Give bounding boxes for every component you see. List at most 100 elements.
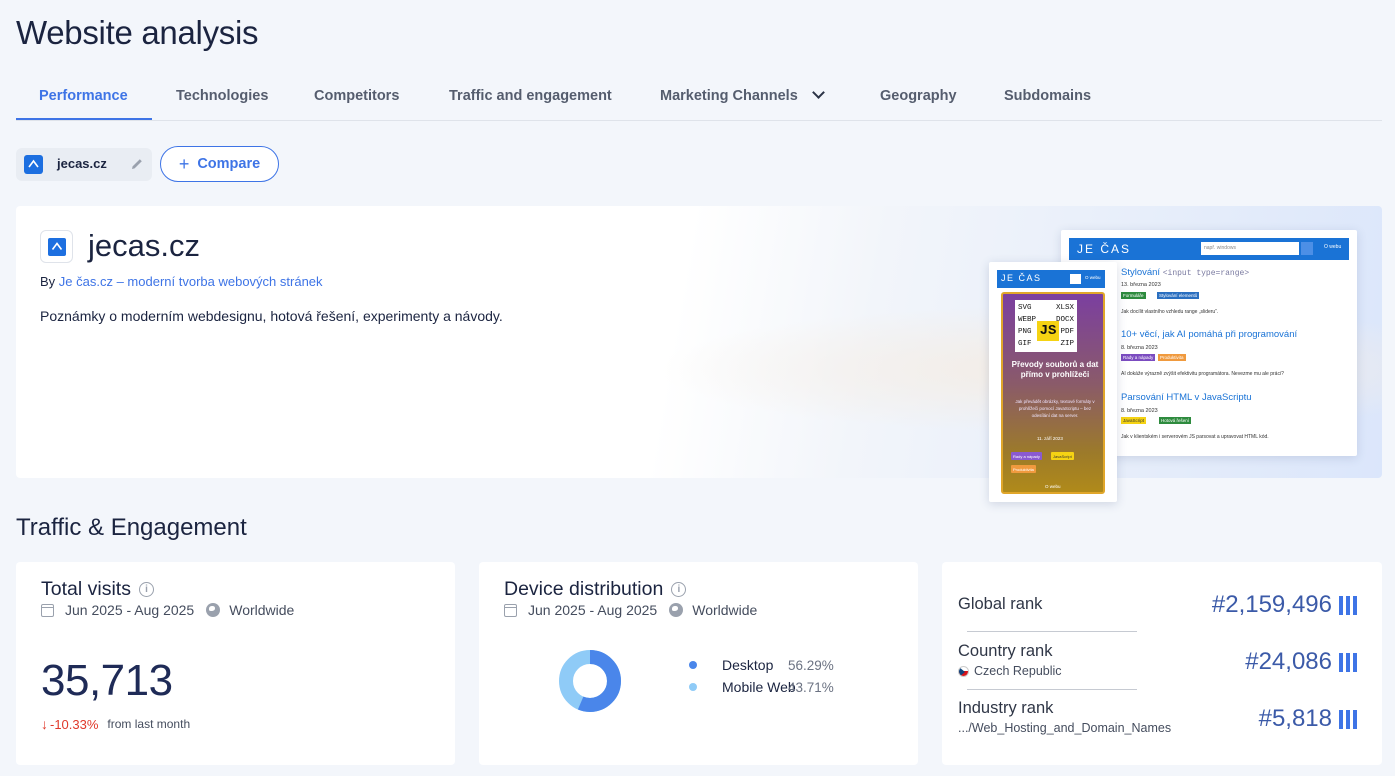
preview-file-label: XLSX bbox=[1055, 304, 1074, 312]
tab-subdomains[interactable]: Subdomains bbox=[1004, 72, 1091, 120]
global-rank-value: #2,159,496 bbox=[1212, 591, 1357, 619]
preview-post-date: 8. března 2023 bbox=[1121, 345, 1158, 351]
tab-marketing-channels[interactable]: Marketing Channels bbox=[660, 72, 825, 120]
arrow-down-icon: ↓ bbox=[41, 716, 48, 732]
site-description: Poznámky o moderním webdesignu, hotová ř… bbox=[40, 308, 503, 324]
preview-nav-link: O webu bbox=[1085, 275, 1101, 280]
rank-bars-icon bbox=[1339, 709, 1357, 729]
website-preview-mobile: JE ČAS O webu SVG XLSX WEBP DOCX PNG PDF GI… bbox=[989, 262, 1117, 502]
preview-header: JE ČAS O webu bbox=[997, 270, 1105, 288]
legend-label: Mobile Web bbox=[722, 679, 796, 695]
info-icon[interactable]: i bbox=[671, 582, 687, 597]
rank-bars-icon bbox=[1339, 652, 1357, 672]
traffic-section-title: Traffic & Engagement bbox=[16, 514, 247, 541]
preview-header: JE ČAS např. windows O webu bbox=[1069, 238, 1349, 260]
compare-button[interactable]: + Compare bbox=[160, 146, 279, 182]
device-distribution-title: Device distribution bbox=[504, 578, 664, 600]
preview-logo: JE ČAS bbox=[1001, 273, 1042, 283]
site-chip-domain: jecas.cz bbox=[57, 156, 107, 171]
site-chip[interactable]: jecas.cz bbox=[16, 148, 152, 181]
rank-card: Global rank #2,159,496 Country rank Czec… bbox=[942, 562, 1382, 765]
preview-search-icon bbox=[1070, 274, 1081, 284]
preview-post-tag: Stylování elementů bbox=[1157, 292, 1200, 299]
compare-button-label: Compare bbox=[197, 156, 261, 172]
country-rank-number: #24,086 bbox=[1245, 648, 1332, 675]
total-visits-header: Total visits i bbox=[41, 578, 154, 601]
total-visits-card: Total visits i Jun 2025 - Aug 2025 World… bbox=[16, 562, 455, 765]
preview-card-tag: Rady a nápady bbox=[1011, 452, 1042, 460]
preview-file-label: WEBP bbox=[1018, 316, 1037, 324]
legend-dot-mobile-web bbox=[689, 683, 697, 691]
calendar-icon bbox=[504, 603, 517, 617]
visits-change: ↓ -10.33% from last month bbox=[41, 716, 190, 732]
preview-nav-link: O webu bbox=[1324, 244, 1342, 250]
preview-post-title: Stylování <input type=range> bbox=[1121, 267, 1249, 278]
country-name: Czech Republic bbox=[974, 664, 1062, 678]
country-rank-country: Czech Republic bbox=[958, 664, 1062, 678]
globe-icon bbox=[206, 603, 221, 617]
tab-traffic-and-engagement[interactable]: Traffic and engagement bbox=[449, 72, 612, 120]
preview-post-tag: Hotová řešení bbox=[1159, 417, 1192, 424]
divider bbox=[967, 689, 1137, 690]
plus-icon: + bbox=[178, 154, 190, 174]
info-icon[interactable]: i bbox=[138, 582, 154, 597]
total-visits-value: 35,713 bbox=[41, 656, 173, 705]
preview-file-label: ZIP bbox=[1060, 340, 1074, 348]
preview-post-tag: Formuláře bbox=[1121, 292, 1146, 299]
preview-js-badge: JS bbox=[1037, 321, 1059, 341]
czech-flag-icon bbox=[958, 665, 969, 677]
preview-card-text: Jak převádět obrázky, textové formáty v … bbox=[1015, 399, 1095, 418]
preview-post-date: 8. března 2023 bbox=[1121, 408, 1158, 414]
visits-change-value: -10.33% bbox=[50, 716, 99, 732]
preview-post-excerpt: AI dokáže výrazně zvýšit efektivitu prog… bbox=[1121, 371, 1284, 377]
tab-geography[interactable]: Geography bbox=[880, 72, 957, 120]
globe-icon bbox=[669, 603, 684, 617]
preview-post-code: <input type=range> bbox=[1162, 269, 1250, 278]
device-donut-chart bbox=[559, 650, 621, 712]
preview-post-tag: Rady a nápady bbox=[1121, 354, 1156, 361]
date-range: Jun 2025 - Aug 2025 bbox=[528, 602, 658, 618]
site-owner-link[interactable]: Je čas.cz – moderní tvorba webových strá… bbox=[59, 274, 323, 289]
legend-pct: 56.29% bbox=[788, 657, 834, 673]
preview-file-label: PDF bbox=[1060, 328, 1074, 336]
legend-item-desktop: Desktop 56.29% bbox=[689, 657, 834, 673]
preview-search: např. windows bbox=[1201, 242, 1299, 255]
industry-rank-value: #5,818 bbox=[1259, 705, 1357, 733]
calendar-icon bbox=[41, 603, 54, 617]
preview-feature-card: SVG XLSX WEBP DOCX PNG PDF GIF ZIP JS Převod… bbox=[1001, 292, 1105, 494]
site-domain-title: jecas.cz bbox=[88, 228, 200, 263]
chevron-down-icon bbox=[811, 86, 825, 99]
preview-post-excerpt: Jak v klientském i serverovém JS parsova… bbox=[1121, 434, 1269, 440]
preview-post-tag: Produktivita bbox=[1158, 354, 1186, 361]
preview-file-label: PNG bbox=[1018, 328, 1032, 336]
legend-dot-desktop bbox=[689, 661, 697, 669]
preview-card-tag: JavaScript bbox=[1051, 452, 1074, 460]
tab-performance[interactable]: Performance bbox=[39, 72, 128, 120]
tab-bar: Performance Technologies Competitors Tra… bbox=[16, 72, 1382, 121]
total-visits-meta: Jun 2025 - Aug 2025 Worldwide bbox=[41, 602, 294, 618]
tab-marketing-channels-label: Marketing Channels bbox=[660, 88, 798, 104]
preview-search-icon bbox=[1301, 242, 1313, 255]
device-distribution-card: Device distribution i Jun 2025 - Aug 202… bbox=[479, 562, 918, 765]
preview-card-title: Převody souborů a dat přímo v prohlížeči bbox=[1011, 360, 1099, 379]
active-tab-indicator bbox=[16, 118, 152, 120]
site-logo bbox=[40, 230, 73, 263]
legend-label: Desktop bbox=[722, 657, 774, 673]
preview-card-date: 11. září 2023 bbox=[1037, 436, 1063, 441]
industry-rank-label: Industry rank bbox=[958, 699, 1054, 717]
legend-item-mobile-web: Mobile Web 43.71% bbox=[689, 679, 834, 695]
preview-card-tag: Produktivita bbox=[1011, 465, 1036, 473]
industry-rank-number: #5,818 bbox=[1258, 705, 1332, 732]
date-range: Jun 2025 - Aug 2025 bbox=[65, 602, 195, 618]
global-rank-label: Global rank bbox=[958, 595, 1043, 613]
preview-post-excerpt: Jak docílit vlastního vzhledu range „sli… bbox=[1121, 309, 1219, 315]
tab-technologies[interactable]: Technologies bbox=[176, 72, 268, 120]
preview-logo: JE ČAS bbox=[1077, 242, 1132, 256]
pencil-icon[interactable] bbox=[129, 156, 145, 172]
device-distribution-header: Device distribution i bbox=[504, 578, 687, 601]
country-rank-label: Country rank bbox=[958, 642, 1053, 660]
site-favicon-icon bbox=[24, 155, 43, 174]
tab-competitors[interactable]: Competitors bbox=[314, 72, 399, 120]
region: Worldwide bbox=[229, 602, 295, 618]
country-rank-value: #24,086 bbox=[1245, 648, 1357, 676]
